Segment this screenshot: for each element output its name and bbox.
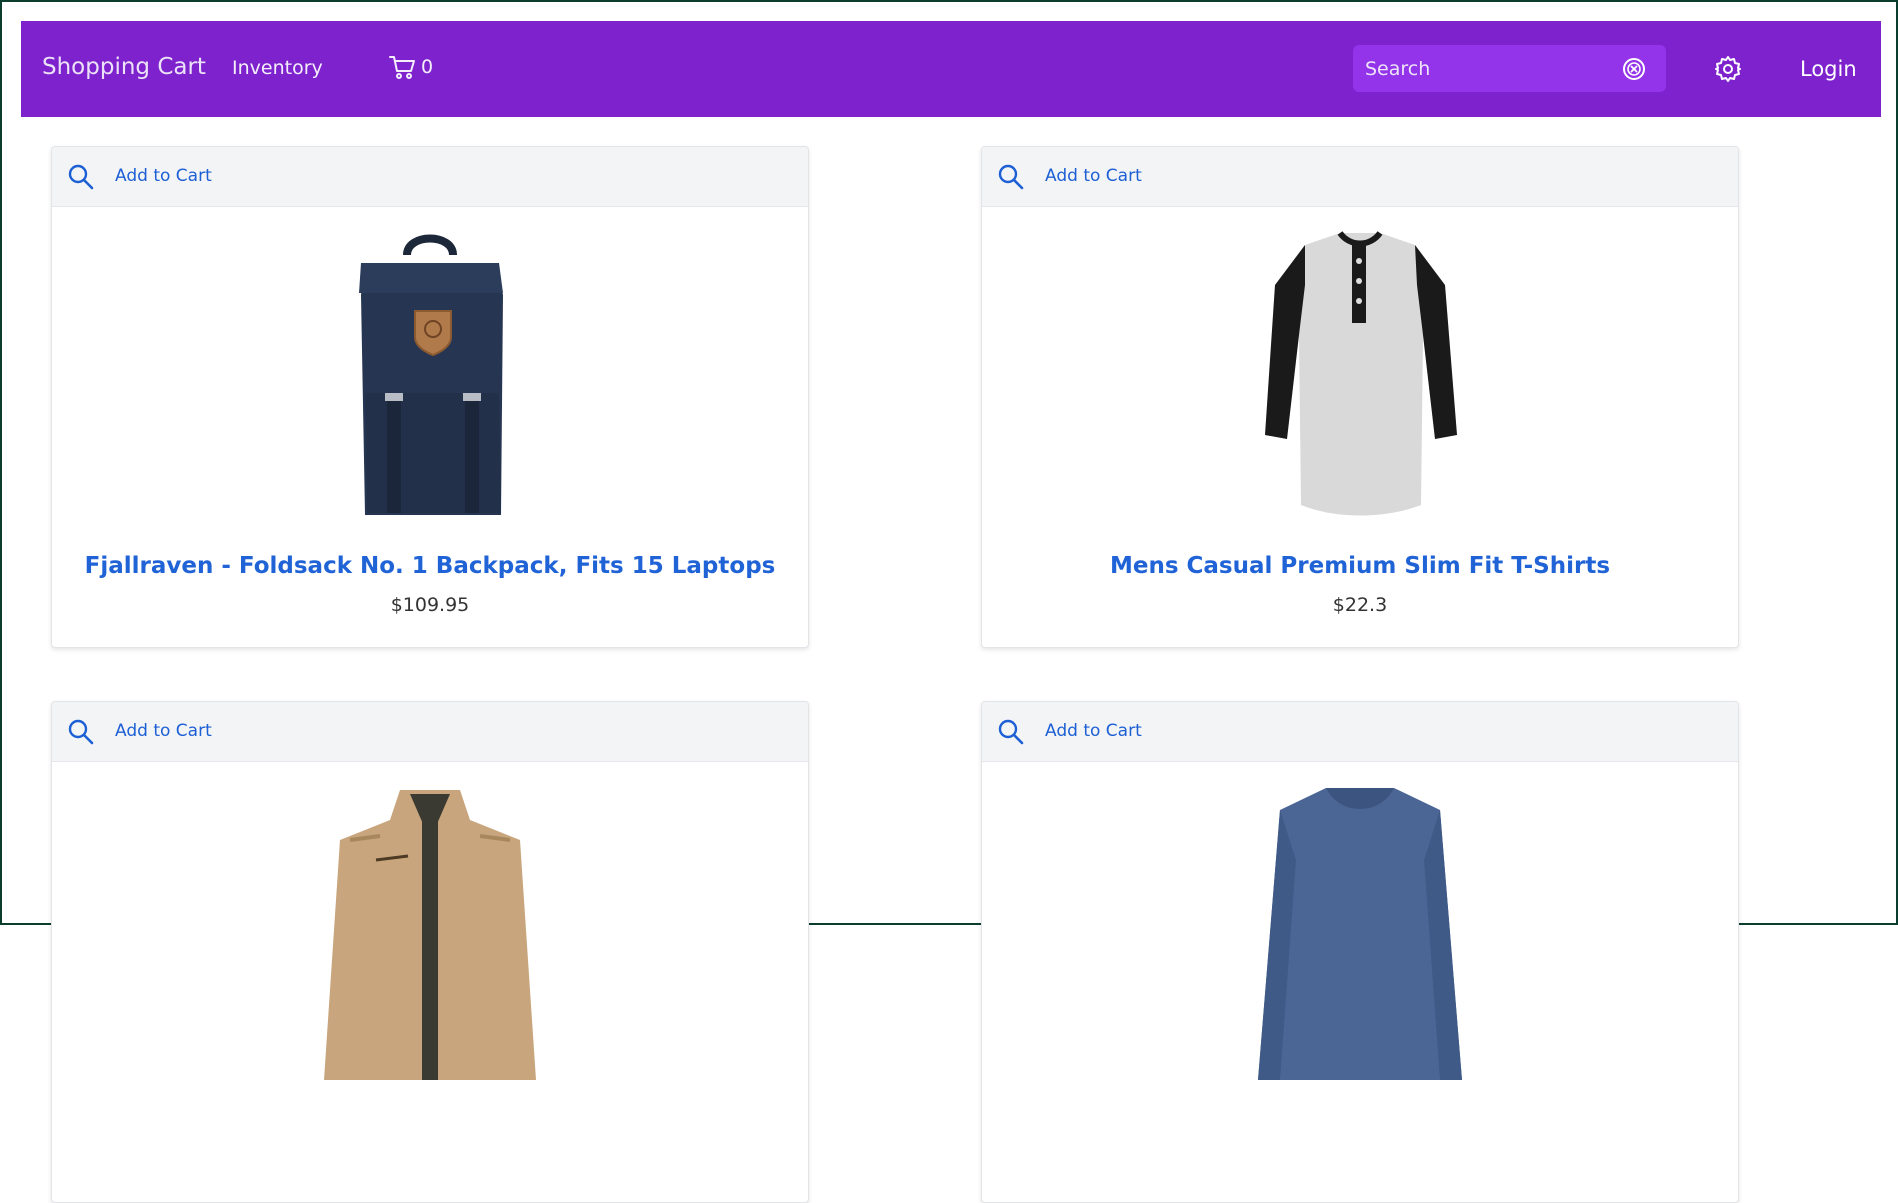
product-title[interactable]: Fjallraven - Foldsack No. 1 Backpack, Fi… bbox=[52, 553, 808, 579]
search-icon[interactable] bbox=[68, 719, 94, 745]
backpack-image[interactable] bbox=[325, 225, 535, 525]
search-icon[interactable] bbox=[68, 164, 94, 190]
card-header: Add to Cart bbox=[52, 702, 808, 762]
add-to-cart-button[interactable]: Add to Cart bbox=[115, 721, 212, 741]
add-to-cart-button[interactable]: Add to Cart bbox=[1045, 721, 1142, 741]
product-card: Add to Cart Mens Casual Premium Slim Fit… bbox=[981, 146, 1739, 648]
card-header: Add to Cart bbox=[982, 147, 1738, 207]
search-icon[interactable] bbox=[998, 719, 1024, 745]
card-body: Mens Casual Premium Slim Fit T-Shirts $2… bbox=[982, 207, 1738, 647]
login-button[interactable]: Login bbox=[1800, 57, 1857, 81]
card-header: Add to Cart bbox=[982, 702, 1738, 762]
product-price: $22.3 bbox=[1332, 594, 1388, 616]
cart-count: 0 bbox=[421, 56, 434, 78]
product-card: Add to Cart bbox=[981, 701, 1739, 1203]
t-shirt-image[interactable] bbox=[1245, 225, 1475, 525]
card-body: Fjallraven - Foldsack No. 1 Backpack, Fi… bbox=[52, 207, 808, 647]
card-header: Add to Cart bbox=[52, 147, 808, 207]
search-icon[interactable] bbox=[998, 164, 1024, 190]
top-navbar: Shopping Cart Inventory 0 Login bbox=[21, 21, 1881, 117]
brand-title[interactable]: Shopping Cart bbox=[42, 54, 206, 80]
product-price: $109.95 bbox=[390, 594, 470, 616]
jacket-image[interactable] bbox=[310, 780, 550, 1080]
product-card: Add to Cart bbox=[51, 701, 809, 1203]
add-to-cart-button[interactable]: Add to Cart bbox=[115, 166, 212, 186]
search-box bbox=[1353, 45, 1666, 92]
product-card: Add to Cart Fjallraven - Foldsack No. 1 … bbox=[51, 146, 809, 648]
search-input[interactable] bbox=[1363, 54, 1617, 84]
nav-inventory-link[interactable]: Inventory bbox=[232, 57, 323, 79]
clear-search-icon[interactable] bbox=[1622, 57, 1646, 81]
add-to-cart-button[interactable]: Add to Cart bbox=[1045, 166, 1142, 186]
cart-button[interactable]: 0 bbox=[389, 54, 433, 80]
long-sleeve-shirt-image[interactable] bbox=[1240, 780, 1480, 1080]
card-body bbox=[52, 762, 808, 1202]
gear-icon[interactable] bbox=[1714, 55, 1742, 83]
card-body bbox=[982, 762, 1738, 1202]
product-title[interactable]: Mens Casual Premium Slim Fit T-Shirts bbox=[982, 553, 1738, 579]
cart-icon bbox=[389, 56, 415, 79]
